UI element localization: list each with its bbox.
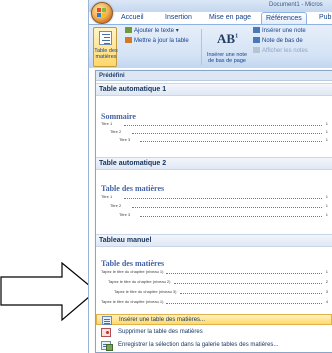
gallery-heading: Table automatique 1	[96, 83, 332, 96]
toc-entry: Titre 2	[110, 129, 122, 134]
toc-entry: Tapez le titre du chapitre (niveau 2)	[108, 279, 171, 284]
toc-entry: Tapez le titre du chapitre (niveau 3)	[114, 289, 177, 294]
gallery-toc-title: Table des matières	[101, 184, 165, 193]
update-table-label: Mettre à jour la table	[134, 38, 189, 44]
footnote-icon-sup: 1	[235, 33, 239, 40]
page-number: 1	[325, 203, 328, 208]
page-number: 1	[325, 269, 328, 274]
page-number: 1	[325, 121, 328, 126]
add-text-button[interactable]: Ajouter le texte ▾	[125, 27, 179, 35]
pointer-arrow-icon	[0, 262, 97, 322]
leader-dots	[124, 125, 322, 126]
toc-entry: Titre 3	[119, 137, 131, 142]
gallery-toc-title: Table des matières	[101, 259, 165, 268]
update-table-icon	[125, 37, 132, 44]
toc-entry: Titre 1	[101, 121, 113, 126]
insert-toc-command[interactable]: Insérer une table des matières...	[96, 314, 332, 325]
insert-footnote-label: Insérer une note de bas de page	[206, 52, 248, 64]
window-title: Document1 - Micros	[269, 2, 323, 8]
insert-endnote-button[interactable]: Insérer une note	[253, 27, 306, 35]
remove-toc-label: Supprimer la table des matières	[118, 329, 203, 335]
show-notes-label: Afficher les notes	[262, 48, 308, 54]
insert-endnote-label: Insérer une note	[262, 28, 306, 34]
next-footnote-icon	[253, 37, 260, 44]
leader-dots	[140, 216, 322, 217]
add-text-label: Ajouter le texte	[134, 28, 175, 34]
insert-toc-icon	[102, 316, 112, 325]
section-heading: Prédéfini	[96, 71, 332, 81]
gallery-heading: Table automatique 2	[96, 157, 332, 170]
page-number: 1	[325, 212, 328, 217]
toc-icon	[99, 31, 112, 45]
leader-dots	[132, 207, 322, 208]
tab-references[interactable]: Références	[261, 12, 307, 24]
page-number: 2	[325, 279, 328, 284]
ribbon-separator	[201, 29, 202, 65]
table-of-contents-button[interactable]: Table des matières	[93, 27, 118, 67]
show-notes-button[interactable]: Afficher les notes	[253, 47, 308, 55]
save-selection-command[interactable]: Enregistrer la sélection dans la galerie…	[96, 340, 332, 351]
next-footnote-label: Note de bas de	[262, 38, 303, 44]
toc-entry: Tapez le titre du chapitre (niveau 1)	[101, 299, 164, 304]
leader-dots	[180, 293, 322, 294]
remove-toc-icon	[101, 328, 111, 337]
update-table-button[interactable]: Mettre à jour la table	[125, 37, 189, 45]
toc-entry: Tapez le titre du chapitre (niveau 1)	[101, 269, 164, 274]
toc-button-label: Table des matières	[94, 48, 118, 60]
gallery-toc-title: Sommaire	[101, 112, 136, 121]
page-number: 4	[325, 299, 328, 304]
save-selection-label: Enregistrer la sélection dans la galerie…	[118, 342, 279, 348]
ribbon-tabs: Accueil Insertion Mise en page Référence…	[117, 12, 332, 24]
page-number: 3	[325, 289, 328, 294]
toc-entry: Titre 1	[101, 194, 113, 199]
tab-publipostage[interactable]: Pub	[315, 12, 332, 24]
toc-entry: Titre 2	[110, 203, 122, 208]
office-logo-icon	[97, 8, 106, 17]
page-number: 1	[325, 137, 328, 142]
next-footnote-button[interactable]: Note de bas de	[253, 37, 303, 45]
remove-toc-command[interactable]: Supprimer la table des matières	[96, 327, 332, 338]
page-number: 1	[325, 194, 328, 199]
leader-dots	[124, 198, 322, 199]
leader-dots	[166, 303, 322, 304]
title-bar: Document1 - Micros	[89, 0, 332, 12]
office-button[interactable]	[91, 2, 113, 24]
insert-toc-label: Insérer une table des matières...	[119, 317, 206, 323]
page-number: 1	[325, 129, 328, 134]
add-text-icon	[125, 27, 132, 34]
toc-entry: Titre 3	[119, 212, 131, 217]
save-selection-icon	[101, 341, 113, 351]
footnote-icon[interactable]: AB1	[217, 31, 238, 47]
leader-dots	[140, 141, 322, 142]
gallery-heading: Tableau manuel	[96, 234, 332, 247]
leader-dots	[166, 273, 322, 274]
show-notes-icon	[253, 47, 260, 54]
tab-mise-en-page[interactable]: Mise en page	[205, 12, 255, 24]
word-window: Document1 - Micros Accueil Insertion Mis…	[88, 0, 332, 353]
tab-accueil[interactable]: Accueil	[117, 12, 148, 24]
toc-dropdown-menu: Prédéfini Table automatique 1 Sommaire T…	[95, 70, 332, 353]
ribbon-panel: Table des matières Ajouter le texte ▾ Me…	[89, 24, 332, 68]
footnote-icon-text: AB	[217, 31, 236, 46]
leader-dots	[132, 133, 322, 134]
tab-insertion[interactable]: Insertion	[161, 12, 196, 24]
leader-dots	[174, 283, 322, 284]
endnote-icon	[253, 27, 260, 34]
